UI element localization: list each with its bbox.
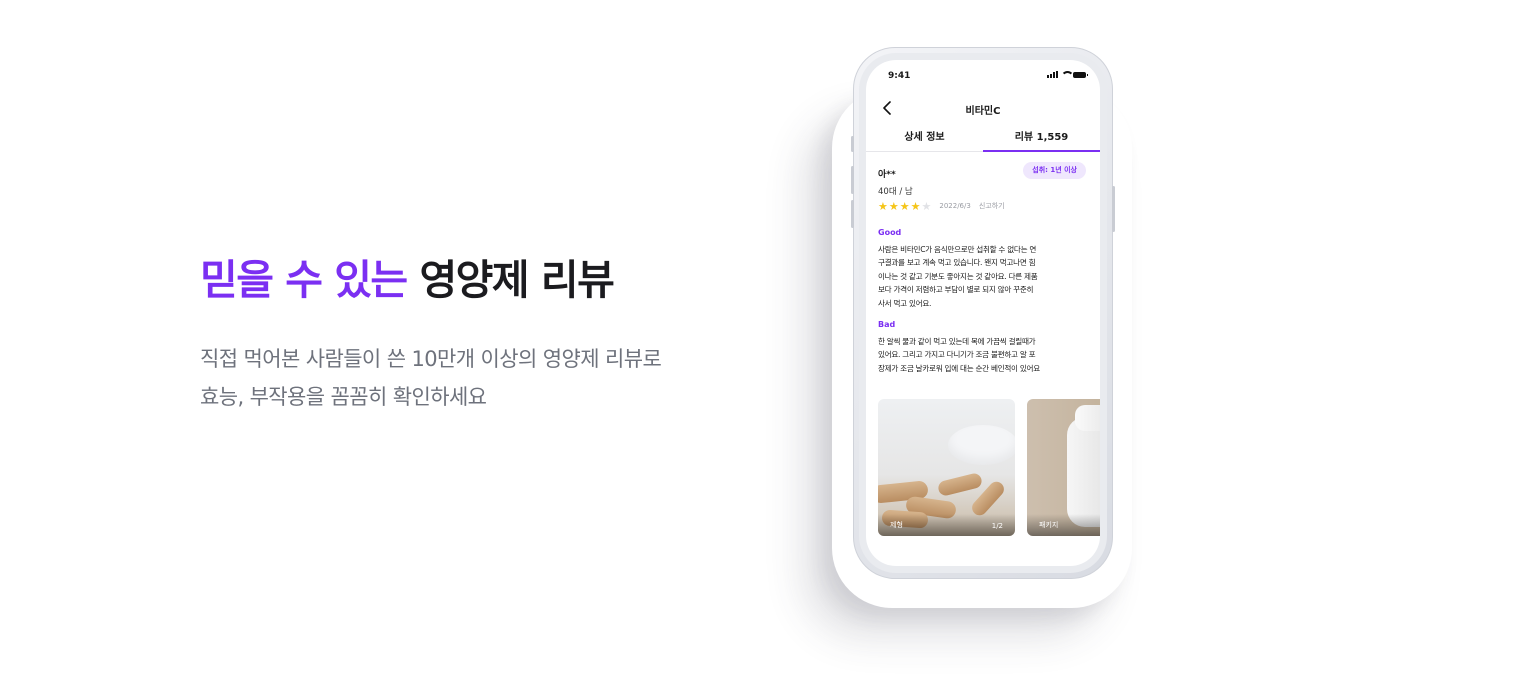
rating-row: ★ ★ ★ ★ ★ 2022/6/3 신고하기 xyxy=(878,200,1088,212)
review-card: 아** 섭취: 1년 이상 40대 / 남 ★ ★ ★ ★ ★ 2022/6/3… xyxy=(878,162,1088,375)
good-text-line: 사서 먹고 있어요. xyxy=(878,298,932,308)
wifi-icon xyxy=(1061,71,1074,78)
phone-volume-up xyxy=(851,166,854,194)
battery-icon xyxy=(1073,71,1088,78)
status-time: 9:41 xyxy=(888,71,911,81)
bad-label: Bad xyxy=(878,320,896,330)
review-photo-package[interactable]: 패키지 xyxy=(1027,399,1100,536)
good-text-line: 사람은 비타민C가 음식만으로만 섭취할 수 없다는 연 xyxy=(878,245,1037,254)
reviewer-name: 아** xyxy=(878,170,896,180)
review-date: 2022/6/3 xyxy=(939,202,971,210)
signal-icon xyxy=(1047,71,1058,78)
intake-duration-badge: 섭취: 1년 이상 xyxy=(1023,162,1086,179)
star-filled-icon: ★ xyxy=(910,199,921,213)
phone-volume-down xyxy=(851,200,854,228)
phone-power-button xyxy=(1112,186,1115,232)
bad-text-line: 장제가 조금 날카로워 입에 대는 순간 베인적이 있어요 xyxy=(878,363,1040,373)
hero-title-rest: 영양제 리뷰 xyxy=(419,256,614,304)
hero-title: 믿을 수 있는 영양제 리뷰 xyxy=(200,252,760,308)
capsule-shape xyxy=(936,471,984,498)
review-photo-capsules[interactable]: 제형 1/2 xyxy=(878,399,1015,536)
hero-section: 믿을 수 있는 영양제 리뷰 직접 먹어본 사람들이 쓴 10만개 이상의 영양… xyxy=(200,252,760,416)
photo-caption-bar xyxy=(1027,514,1100,536)
tab-reviews[interactable]: 리뷰 1,559 xyxy=(983,128,1100,152)
status-icons xyxy=(1047,71,1088,78)
good-text-line: 보다 가격이 저렴하고 부담이 별로 되지 않아 꾸준히 xyxy=(878,285,1034,295)
reviewer-meta: 40대 / 남 xyxy=(878,187,913,197)
hero-title-accent: 믿을 수 있는 xyxy=(200,256,408,304)
hero-subtitle-line: 효능, 부작용을 꼼꼼히 확인하세요 xyxy=(200,385,487,409)
bowl-shape xyxy=(948,425,1015,465)
phone-mute-switch xyxy=(851,136,854,152)
bottle-shape xyxy=(1067,417,1100,527)
star-filled-icon: ★ xyxy=(899,199,910,213)
good-label: Good xyxy=(878,228,902,237)
bottle-cap-shape xyxy=(1075,405,1100,431)
status-bar: 9:41 xyxy=(866,60,1100,90)
reviewer-row: 아** 섭취: 1년 이상 xyxy=(878,162,1088,180)
review-photos: 제형 1/2 패키지 xyxy=(878,399,1100,537)
phone-screen: 9:41 비타민C 상세 정보 리뷰 1,559 아** 섭취: 1년 이상 4… xyxy=(866,60,1100,566)
report-link[interactable]: 신고하기 xyxy=(979,201,1005,211)
nav-title: 비타민C xyxy=(965,106,1001,117)
good-text-line: 이나는 것 같고 기분도 좋아지는 것 같아요. 다른 제품 xyxy=(878,271,1038,281)
hero-subtitle-line: 직접 먹어본 사람들이 쓴 10만개 이상의 영양제 리뷰로 xyxy=(200,347,662,371)
star-filled-icon: ★ xyxy=(888,199,899,213)
tab-details[interactable]: 상세 정보 xyxy=(866,128,983,151)
star-empty-icon: ★ xyxy=(921,199,932,213)
phone-frame: 9:41 비타민C 상세 정보 리뷰 1,559 아** 섭취: 1년 이상 4… xyxy=(851,47,1115,579)
bad-text-line: 한 알씩 물과 같이 먹고 있는데 목에 가끔씩 걸릴때가 xyxy=(878,337,1036,347)
good-text: 사람은 비타민C가 음식만으로만 섭취할 수 없다는 연 구결과를 보고 계속 … xyxy=(878,243,1088,310)
good-text-line: 구결과를 보고 계속 먹고 있습니다. 왠지 먹고나면 힘 xyxy=(878,258,1036,268)
photo-caption: 제형 xyxy=(890,521,903,529)
tab-bar: 상세 정보 리뷰 1,559 xyxy=(866,128,1100,152)
photo-counter: 1/2 xyxy=(991,522,1003,530)
photo-caption: 패키지 xyxy=(1039,521,1059,529)
bad-text-line: 있어요. 그리고 가지고 다니기가 조금 불편하고 알 포 xyxy=(878,350,1036,360)
hero-subtitle: 직접 먹어본 사람들이 쓴 10만개 이상의 영양제 리뷰로 효능, 부작용을 … xyxy=(200,340,760,416)
nav-bar: 비타민C xyxy=(866,98,1100,122)
bad-text: 한 알씩 물과 같이 먹고 있는데 목에 가끔씩 걸릴때가 있어요. 그리고 가… xyxy=(878,335,1088,375)
star-filled-icon: ★ xyxy=(878,199,888,213)
